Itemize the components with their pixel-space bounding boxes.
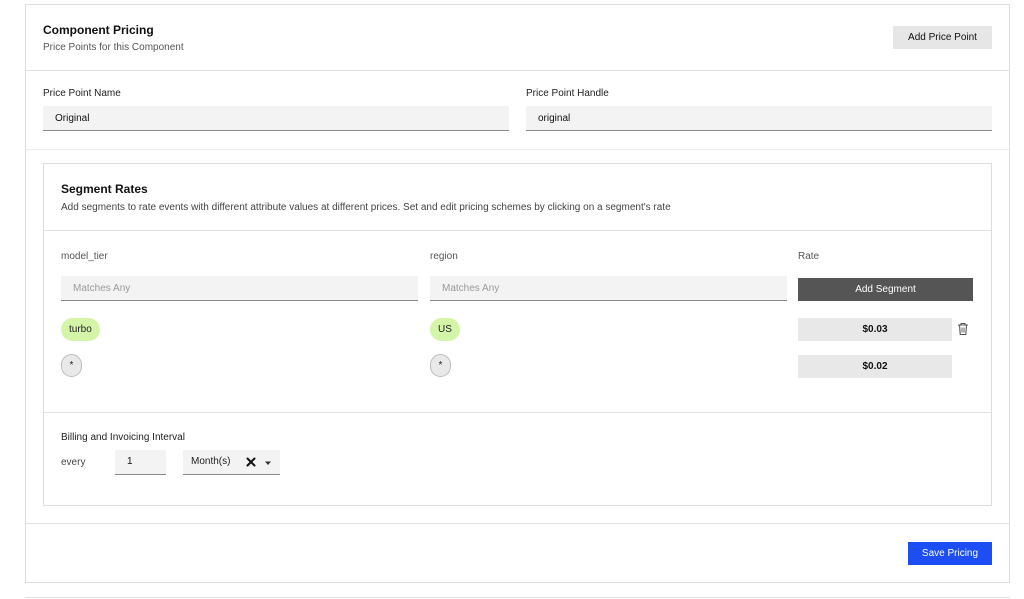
column-header-model-tier: model_tier xyxy=(61,251,108,262)
price-point-handle-field[interactable]: original xyxy=(526,106,992,131)
model-tier-tag[interactable]: turbo xyxy=(61,318,100,341)
segment-rates-title: Segment Rates xyxy=(61,182,148,196)
divider xyxy=(44,230,991,231)
segment-rates-panel: Segment Rates Add segments to rate event… xyxy=(43,163,992,506)
region-filter-input[interactable]: Matches Any xyxy=(430,276,787,301)
region-tag[interactable]: * xyxy=(430,354,451,377)
divider xyxy=(44,412,991,413)
column-header-region: region xyxy=(430,251,458,262)
price-point-name-field[interactable]: Original xyxy=(43,106,509,131)
column-header-rate: Rate xyxy=(798,251,820,262)
trash-icon[interactable] xyxy=(957,322,969,336)
billing-interval-title: Billing and Invoicing Interval xyxy=(61,432,185,443)
interval-unit-value: Month(s) xyxy=(191,456,231,467)
price-point-name-label: Price Point Name xyxy=(43,88,121,99)
chevron-down-icon[interactable] xyxy=(263,458,273,468)
segment-rate[interactable]: $0.03 xyxy=(798,318,952,341)
segment-rate[interactable]: $0.02 xyxy=(798,355,952,378)
card-header: Component Pricing Price Points for this … xyxy=(26,5,1009,71)
model-tier-filter-input[interactable]: Matches Any xyxy=(61,276,418,301)
price-point-handle-label: Price Point Handle xyxy=(526,88,609,99)
every-label: every xyxy=(61,457,86,468)
divider xyxy=(26,149,1009,150)
divider xyxy=(25,597,1010,598)
region-tag[interactable]: US xyxy=(430,318,460,341)
divider xyxy=(26,523,1009,524)
model-tier-tag[interactable]: * xyxy=(61,354,82,377)
segment-rates-subtitle: Add segments to rate events with differe… xyxy=(61,202,671,213)
page-subtitle: Price Points for this Component xyxy=(43,42,184,53)
add-segment-button[interactable]: Add Segment xyxy=(798,278,973,301)
add-price-point-button[interactable]: Add Price Point xyxy=(893,26,992,49)
component-pricing-card: Component Pricing Price Points for this … xyxy=(25,4,1010,583)
close-icon[interactable] xyxy=(245,456,257,468)
save-pricing-button[interactable]: Save Pricing xyxy=(908,542,992,565)
interval-count-input[interactable]: 1 xyxy=(115,450,166,475)
page-title: Component Pricing xyxy=(43,23,154,37)
